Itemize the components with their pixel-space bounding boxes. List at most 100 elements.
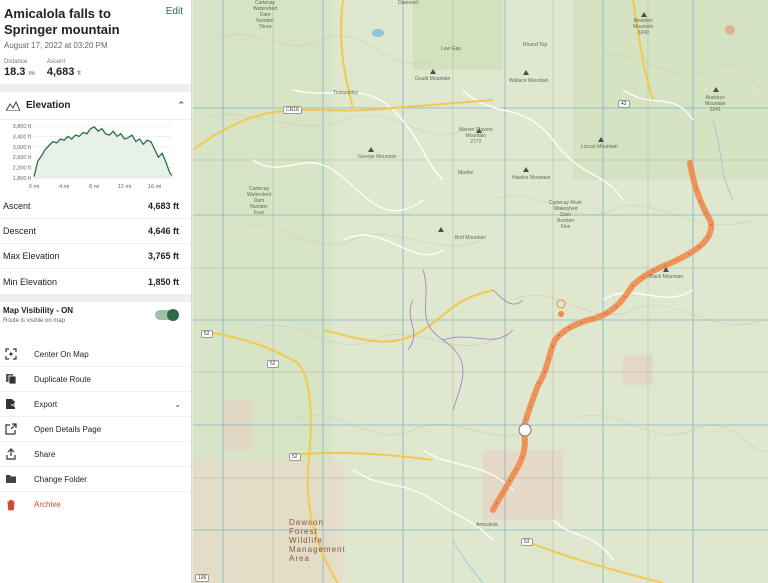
map-visibility: Map Visibility - ON Route is visible on … [0, 302, 191, 338]
elevation-stats: Ascent 4,683 ft Descent 4,646 ft Max Ele… [0, 194, 191, 294]
stat-descent: Descent 4,646 ft [0, 219, 191, 244]
distance-unit: mi [28, 71, 35, 77]
mountain-icon [6, 100, 20, 111]
ascent-value: 4,683 [46, 66, 75, 78]
map-label-roundtop: Round Top [523, 42, 548, 48]
map-label-hawkin: Hawkin Mountain [512, 175, 551, 181]
chart-x-tick-label: 16 mi [148, 184, 161, 190]
duplicate-route-button[interactable]: Duplicate Route [0, 367, 191, 392]
ascent-stat: Ascent 4,683 ft [47, 59, 81, 78]
road-shield: 136 [195, 574, 210, 582]
elevation-chart: 3,800 ft 3,400 ft 3,000 ft 2,600 ft 2,200 ft… [0, 120, 191, 194]
folder-icon [4, 473, 18, 485]
distance-label: Distance [4, 59, 28, 65]
stat-label: Ascent [3, 201, 31, 211]
map-label-amicalola: Amicalola [476, 522, 498, 528]
road-shield: 42 [618, 100, 630, 108]
action-label: Change Folder [34, 474, 87, 484]
map-label-gould: Gould Mountain [415, 76, 451, 82]
stat-max-elevation: Max Elevation 3,765 ft [0, 244, 191, 269]
ascent-label: Ascent [46, 59, 66, 65]
chart-y-tick-label: 2,200 ft [13, 166, 32, 172]
distance-value: 18.3 [4, 66, 26, 78]
map-label-cartecay-four: Cartecay Watershed Dam Number Four [247, 186, 271, 216]
route-details-panel: Amicalola falls to Springer mountain Edi… [0, 0, 192, 583]
visibility-toggle[interactable] [155, 309, 179, 321]
map-label-wallace: Wallace Mountain [509, 78, 549, 84]
edit-route-button[interactable]: Edit [166, 6, 183, 17]
share-button[interactable]: Share [0, 442, 191, 467]
stat-value: 3,765 ft [147, 251, 179, 261]
ascent-unit: ft [77, 71, 81, 77]
stat-min-elevation: Min Elevation 1,850 ft [0, 269, 191, 294]
chevron-down-icon[interactable]: ⌄ [174, 400, 181, 409]
chart-area [34, 126, 172, 178]
section-divider [0, 84, 191, 92]
map-label-cartecay-three: Cartecay Watershed Dam Number Three [253, 0, 277, 30]
route-header: Amicalola falls to Springer mountain Edi… [0, 0, 191, 84]
map-label-george: George Mountain [358, 154, 397, 160]
road-shield: 52 [201, 330, 213, 338]
stat-value: 4,646 ft [147, 226, 179, 236]
elevation-title: Elevation [26, 100, 71, 111]
action-label: Center On Map [34, 349, 89, 359]
action-label: Export [34, 399, 58, 409]
road-shield: CR18 [283, 106, 302, 114]
chart-x-tick-label: 4 mi [59, 184, 69, 190]
chart-y-tick-label: 2,600 ft [13, 155, 32, 161]
road-shield: 53 [521, 538, 533, 546]
center-on-map-button[interactable]: Center On Map [0, 342, 191, 367]
center-map-icon [4, 348, 18, 360]
stat-label: Descent [3, 226, 37, 236]
map-label-black: Black Mountain [649, 274, 684, 280]
route-date: August 17, 2022 at 03:20 PM [4, 41, 108, 50]
action-label: Duplicate Route [34, 374, 91, 384]
map-label-diamond: Diamond [398, 0, 419, 6]
action-label: Open Details Page [34, 424, 102, 434]
map-label-low-gap: Low Gap [441, 46, 462, 52]
change-folder-button[interactable]: Change Folder [0, 467, 191, 492]
route-stats: Distance 18.3 mi Ascent 4,683 ft [4, 59, 187, 78]
chart-x-tick-label: 0 mi [29, 184, 39, 190]
map-label-wma: Dawson Forest Wildlife Management Area [289, 518, 346, 563]
open-details-button[interactable]: Open Details Page [0, 417, 191, 442]
chart-y-tick-label: 1,800 ft [13, 176, 32, 182]
elevation-header[interactable]: Elevation ⌃ [0, 92, 191, 120]
map-canvas [193, 0, 768, 583]
external-link-icon [4, 423, 18, 435]
export-button[interactable]: Export ⌄ [0, 392, 191, 417]
chart-y-tick-label: 3,000 ft [13, 145, 32, 151]
stat-value: 1,850 ft [147, 276, 179, 287]
toggle-knob [167, 309, 179, 321]
chart-x-tick-label: 8 mi [89, 184, 99, 190]
elevation-chart-svg: 3,800 ft 3,400 ft 3,000 ft 2,600 ft 2,200 ft… [13, 124, 173, 190]
map-label-bird: Bird Mountain [455, 235, 486, 241]
distance-stat: Distance 18.3 mi [4, 59, 35, 78]
stat-label: Min Elevation [3, 276, 58, 287]
map-label-marion: Marion Clayton Mountain 2772 [459, 127, 493, 145]
trash-icon [4, 499, 18, 511]
map-label-marble: Marble [458, 170, 474, 176]
actions-list: Center On Map Duplicate Route Export ⌄ O… [0, 342, 191, 517]
share-icon [4, 448, 18, 460]
export-icon [4, 398, 18, 410]
action-label: Archive [34, 500, 61, 509]
map-label-bearden: Bearden Mountain 3240 [633, 18, 654, 36]
map-label-cartecay-five: Cartecay River Watershed Dam Number Five [549, 200, 583, 230]
section-divider [0, 294, 191, 302]
map-label-tickanetley: Tickanetley [333, 90, 359, 96]
stat-value: 4,683 ft [147, 201, 179, 211]
chart-y-tick-label: 3,800 ft [13, 124, 32, 130]
topo-map[interactable]: Diamond Bearden Mountain 3240 Buckeye Mo… [193, 0, 768, 583]
route-title: Amicalola falls to Springer mountain [4, 6, 120, 37]
road-shield: 52 [289, 453, 301, 461]
chart-x-tick-label: 12 mi [118, 184, 131, 190]
duplicate-icon [4, 373, 18, 385]
chart-y-tick-label: 3,400 ft [13, 134, 32, 140]
road-shield: 52 [267, 360, 279, 368]
action-label: Share [34, 449, 56, 459]
chevron-up-icon[interactable]: ⌃ [177, 100, 185, 111]
archive-button[interactable]: Archive [0, 492, 191, 517]
map-label-locust: Locust Mountain [581, 144, 618, 150]
stat-label: Max Elevation [3, 251, 60, 261]
